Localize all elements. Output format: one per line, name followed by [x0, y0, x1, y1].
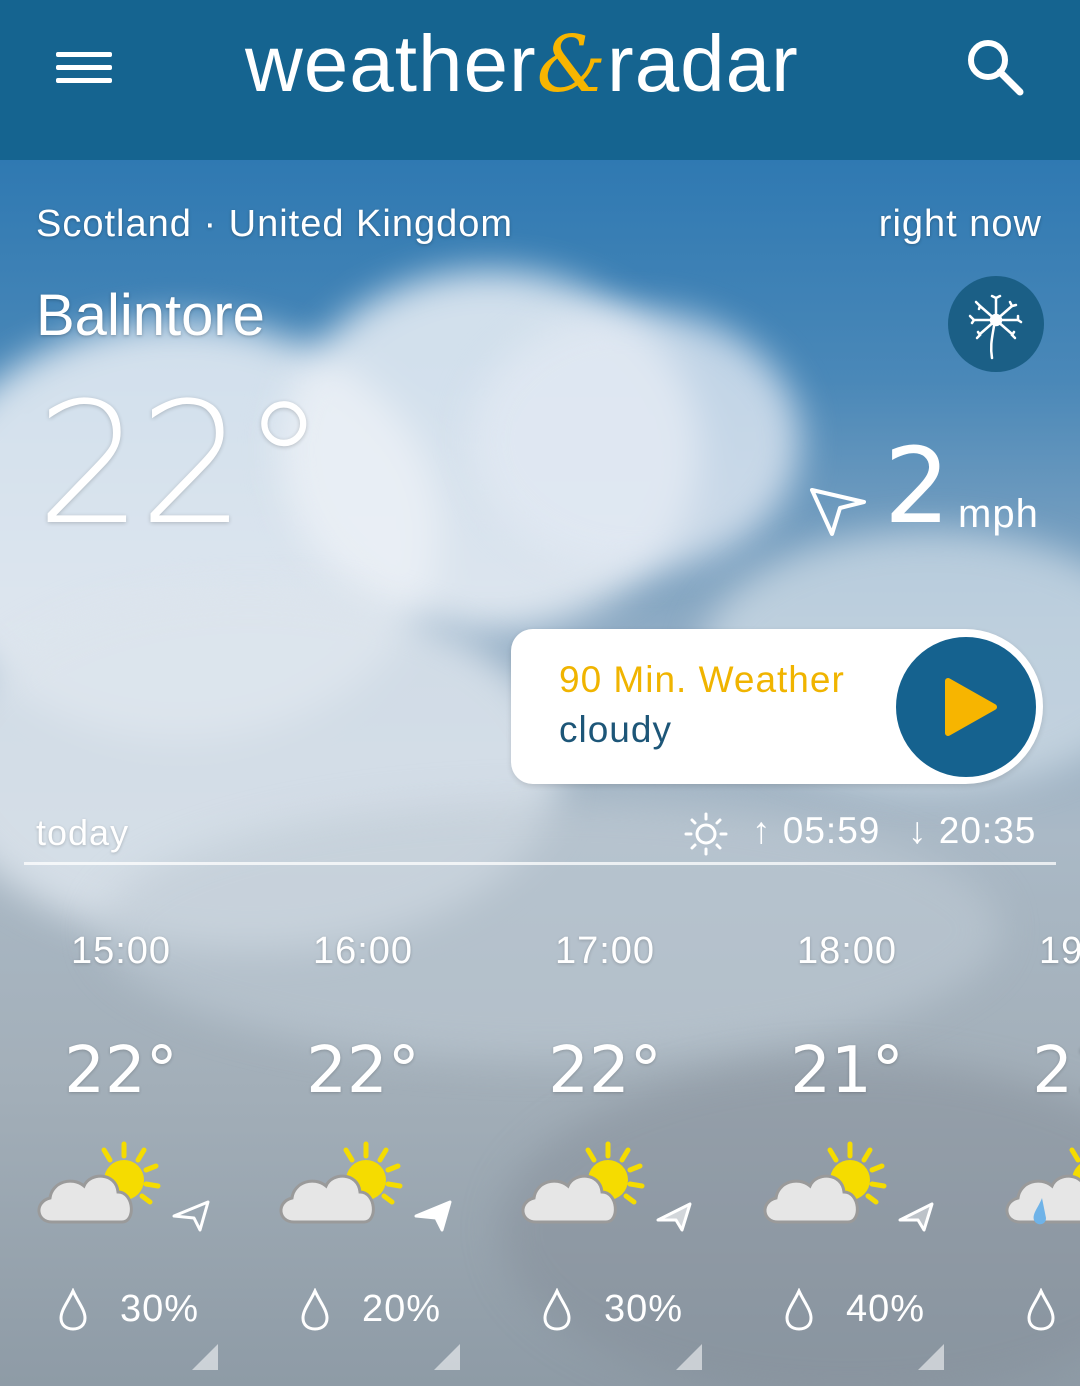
hourly-item[interactable]: 16:00 22° 20% [242, 880, 484, 1386]
wind-direction-icon [810, 488, 866, 536]
expand-corner-icon [434, 1344, 460, 1370]
play-icon [945, 678, 997, 736]
hourly-item[interactable]: 15:00 22° 30% [0, 880, 242, 1386]
precipitation-chance: 30% [120, 1288, 200, 1330]
pollen-button[interactable] [948, 276, 1044, 372]
arrow-up-icon: ↑ [752, 810, 772, 851]
light-rain-sun-icon [1005, 1147, 1080, 1225]
hour-temperature: 22° [64, 1034, 178, 1108]
wind-direction-icon [656, 1202, 692, 1232]
expand-corner-icon [676, 1344, 702, 1370]
wind-unit: mph [958, 492, 1039, 536]
partly-cloudy-icon [763, 1141, 887, 1224]
play-button[interactable] [892, 633, 1040, 781]
nowcast-card[interactable]: 90 Min. Weather cloudy [511, 629, 1043, 784]
city-name[interactable]: Balintore [36, 282, 265, 349]
hour-time: 16:00 [312, 930, 414, 972]
hamburger-menu-icon[interactable] [52, 42, 116, 94]
dandelion-icon [968, 294, 1023, 360]
hour-time: 15:00 [70, 930, 172, 972]
current-temperature: 22° [36, 366, 326, 562]
wind-direction-icon [898, 1202, 934, 1232]
hour-temperature: 22° [306, 1034, 420, 1108]
raindrop-icon [785, 1288, 813, 1331]
hour-time: 17:00 [554, 930, 656, 972]
raindrop-icon [59, 1288, 87, 1331]
wind-speed: 2 [884, 425, 951, 547]
hour-temperature: 21° [1032, 1034, 1080, 1108]
hour-temperature: 21° [790, 1034, 904, 1108]
expand-corner-icon [918, 1344, 944, 1370]
partly-cloudy-icon [279, 1141, 403, 1224]
sun-icon [684, 812, 728, 856]
hour-time: 18:00 [796, 930, 898, 972]
partly-cloudy-icon [521, 1141, 645, 1224]
divider [24, 862, 1056, 865]
wind-direction-icon [172, 1200, 210, 1232]
hourly-item[interactable]: 18:00 21° 40% [726, 880, 968, 1386]
sunset-time: ↓ 20:35 [908, 810, 1037, 851]
time-label: right now [878, 203, 1042, 245]
precipitation-chance: 20% [362, 1288, 442, 1330]
hourly-item[interactable]: 17:00 22° 30% [484, 880, 726, 1386]
raindrop-icon [301, 1288, 329, 1331]
nowcast-title: 90 Min. Weather [559, 659, 845, 700]
hour-time: 19:00 [1038, 930, 1080, 972]
precipitation-chance: 40% [846, 1288, 926, 1330]
raindrop-icon [543, 1288, 571, 1331]
partly-cloudy-icon [37, 1141, 161, 1224]
hourly-item[interactable]: 19:00 21° [968, 880, 1080, 1386]
today-label: today [36, 812, 130, 853]
app-header: weather&radar [0, 0, 1080, 160]
sunrise-time: ↑ 05:59 [752, 810, 881, 851]
region-label: Scotland · United Kingdom [36, 203, 514, 245]
app-logo: weather&radar [245, 19, 799, 110]
arrow-down-icon: ↓ [908, 810, 928, 851]
raindrop-icon [1027, 1288, 1055, 1331]
nowcast-condition: cloudy [559, 709, 672, 750]
search-icon[interactable] [960, 32, 1030, 102]
expand-corner-icon [192, 1344, 218, 1370]
hour-temperature: 22° [548, 1034, 662, 1108]
precipitation-chance: 30% [604, 1288, 684, 1330]
wind-direction-icon [414, 1200, 452, 1232]
